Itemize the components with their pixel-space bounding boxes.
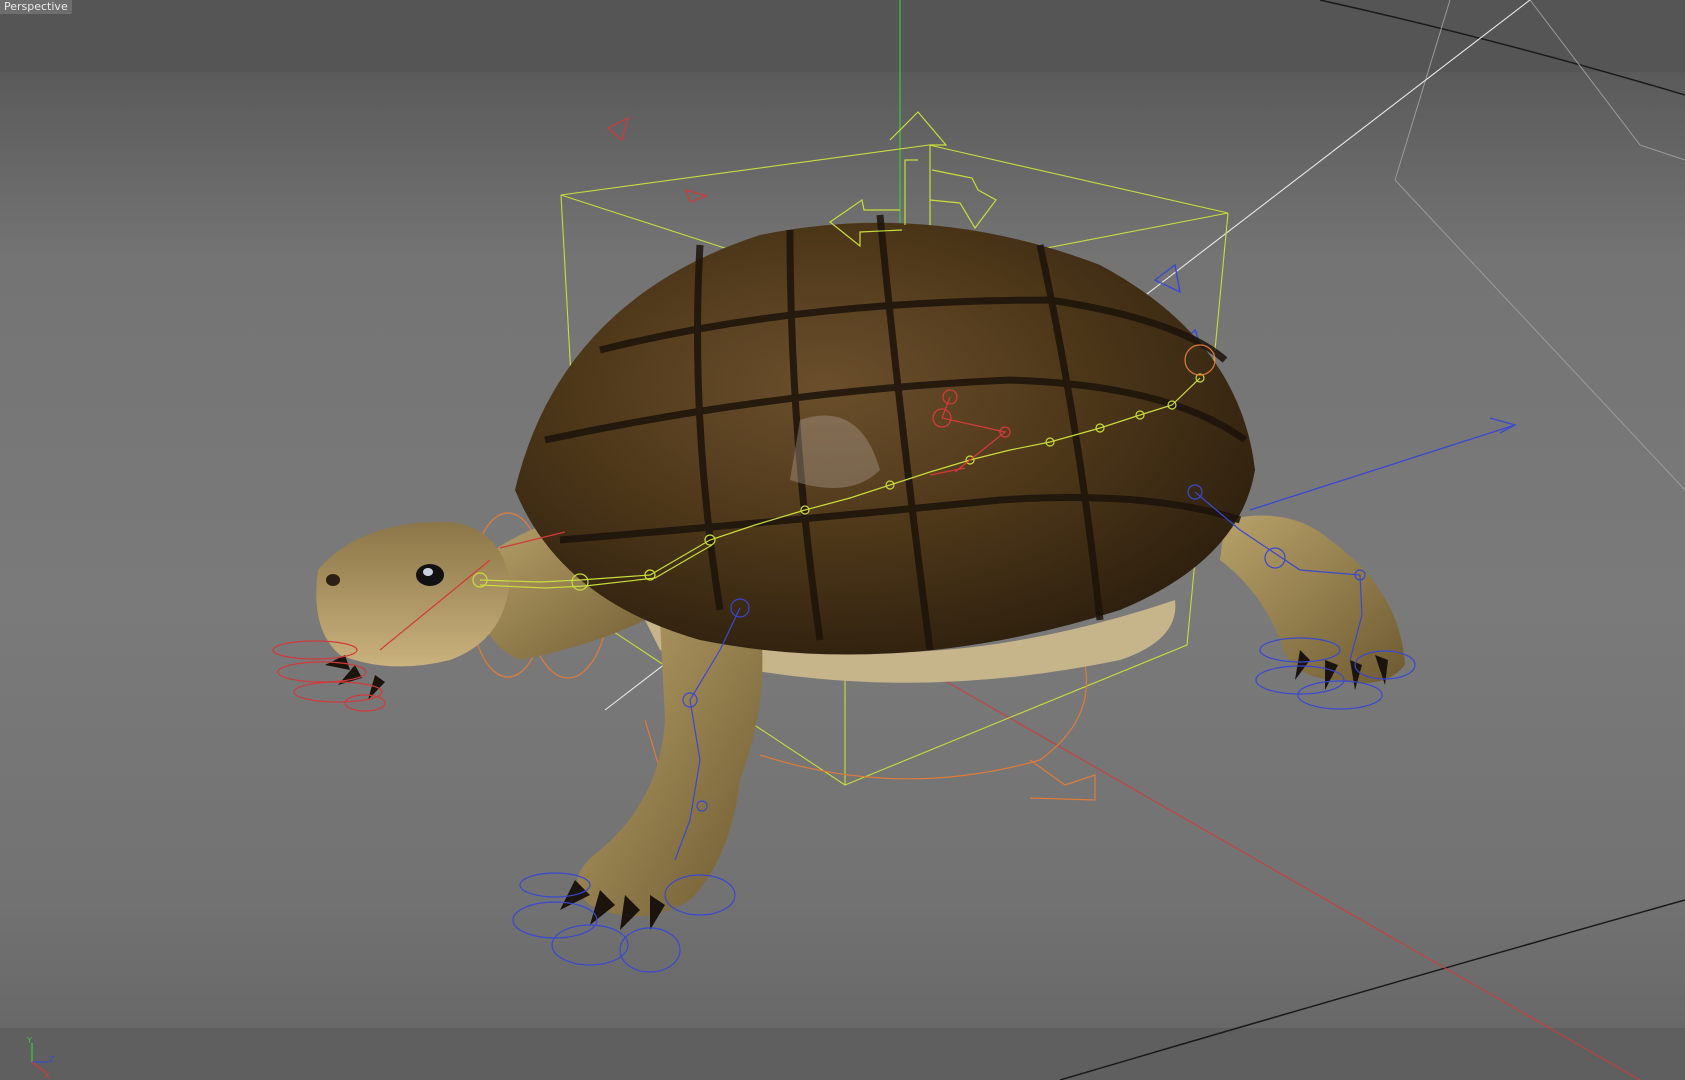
axis-x-label: X bbox=[44, 1071, 50, 1080]
axis-y-label: Y bbox=[26, 1036, 32, 1045]
viewport-scene[interactable]: Y Z X bbox=[0, 0, 1685, 1080]
front-leg bbox=[577, 610, 763, 917]
viewport-camera-label[interactable]: Perspective bbox=[0, 0, 72, 14]
axis-gizmo: Y Z X bbox=[26, 1036, 55, 1080]
3d-viewport[interactable]: Y Z X Perspective bbox=[0, 0, 1685, 1080]
axis-z-label: Z bbox=[49, 1055, 55, 1064]
head bbox=[316, 521, 510, 667]
